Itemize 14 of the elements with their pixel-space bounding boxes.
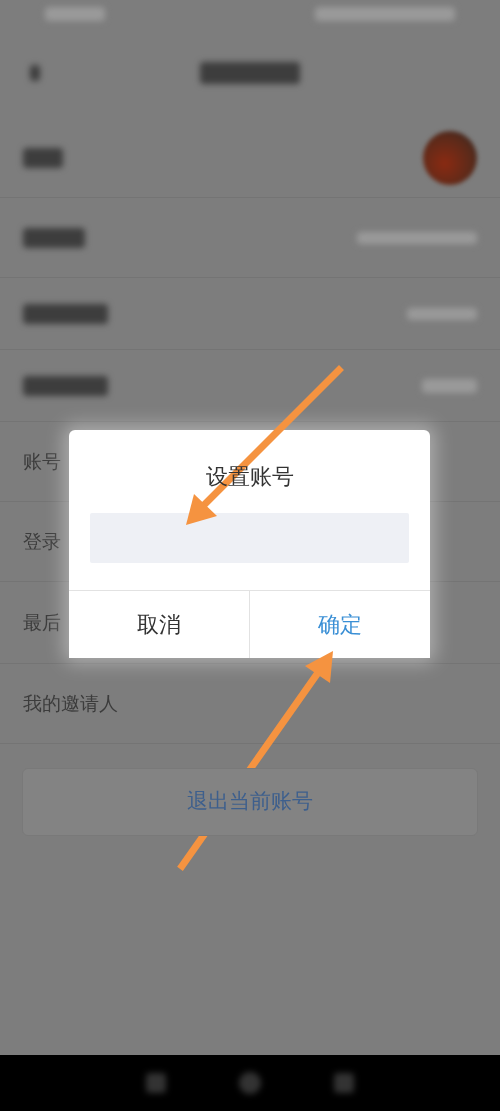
- input-field[interactable]: [90, 513, 409, 563]
- status-icons: [45, 7, 105, 21]
- row-label[interactable]: 最后: [23, 608, 61, 637]
- row-label[interactable]: 登录: [23, 527, 61, 556]
- row-value: [407, 307, 477, 320]
- row-label: [23, 227, 85, 248]
- row-value: [422, 378, 477, 393]
- avatar: [423, 130, 477, 185]
- row-label[interactable]: 我的邀请人: [23, 689, 118, 718]
- row-label[interactable]: 账号: [23, 447, 61, 476]
- confirm-button[interactable]: 确定: [249, 591, 430, 658]
- cancel-button[interactable]: 取消: [69, 591, 249, 658]
- row-label: [23, 147, 63, 168]
- logout-button[interactable]: 退出当前账号: [22, 768, 478, 836]
